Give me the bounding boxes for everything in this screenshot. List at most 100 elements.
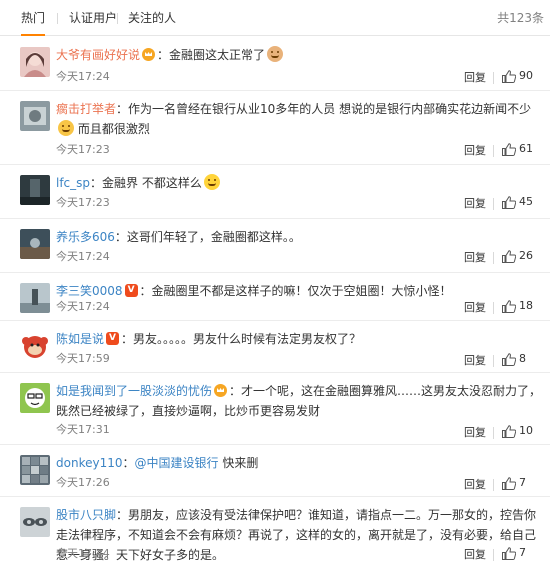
reply-button[interactable]: 回复: [464, 352, 486, 368]
like-count: 10: [519, 424, 533, 437]
like-button[interactable]: 45: [498, 193, 542, 213]
comment-filter-tabs: 热门 认证用户 关注的人 共123条: [0, 0, 550, 36]
comment-item: lfc_sp：金融界 不都这样么 今天17:23 回复 45: [0, 165, 550, 219]
comment-item: 瘸击打举者：作为一名曾经在银行从业10多年的人员 想说的是银行内部确实花边新闻不…: [0, 91, 550, 165]
like-count: 18: [519, 299, 533, 312]
thumbs-up-icon: [502, 250, 516, 263]
smile-emoji-icon: [58, 120, 74, 136]
avatar[interactable]: [20, 383, 50, 413]
reply-button[interactable]: 回复: [464, 195, 486, 211]
comment-time: 今天17:24: [56, 300, 110, 313]
comment-content: ：金融界 不都这样么: [90, 176, 202, 190]
mention-link[interactable]: @中国建设银行: [135, 456, 219, 470]
comment-text: 瘸击打举者：作为一名曾经在银行从业10多年的人员 想说的是银行内部确实花边新闻不…: [56, 99, 542, 139]
avatar[interactable]: [20, 175, 50, 205]
commenter-name[interactable]: 大爷有画好好说: [56, 48, 140, 62]
tab-hot[interactable]: 热门: [21, 0, 46, 36]
crown-badge-icon: [142, 48, 156, 61]
tab-verified-users[interactable]: 认证用户: [69, 0, 117, 36]
like-count: 90: [519, 69, 533, 82]
comment-content: ：男友。。。。。男友什么时候有法定男友权了？: [121, 332, 362, 346]
comment-time: 今天17:26: [56, 476, 110, 489]
reply-button[interactable]: 回复: [464, 476, 486, 492]
comment-time: 今天17:23: [56, 143, 110, 156]
reply-button[interactable]: 回复: [464, 546, 486, 562]
comment-actions: 回复 90: [422, 67, 542, 87]
thumbs-up-icon: [502, 477, 516, 490]
avatar[interactable]: [20, 47, 50, 77]
comment-content: ：这哥们年轻了，金融圈都这样。。: [114, 230, 301, 244]
like-button[interactable]: 61: [498, 140, 542, 160]
reply-button[interactable]: 回复: [464, 69, 486, 85]
comment-actions: 回复 8: [422, 350, 542, 370]
action-divider: [493, 302, 494, 314]
reply-button[interactable]: 回复: [464, 249, 486, 265]
comment-item: 如是我闻到了一股淡淡的忧伤 ：才一个呢，这在金融圈算雅风……这男友太没忍耐力了，既…: [0, 373, 550, 445]
commenter-name[interactable]: 李三笑0008: [56, 284, 123, 298]
commenter-name[interactable]: 陈如是说: [56, 332, 104, 346]
comment-time: 今天17:23: [56, 196, 110, 209]
thumbs-up-icon: [502, 196, 516, 209]
commenter-name[interactable]: donkey110: [56, 456, 122, 470]
verified-badge-icon: [124, 284, 138, 297]
thumbs-up-icon: [502, 300, 516, 313]
comment-item: 大爷有画好好说 ：金融圈这太正常了 今天17:24 回复 90: [0, 37, 550, 91]
comment-time: 今天17:44: [56, 547, 110, 560]
like-button[interactable]: 10: [498, 422, 542, 442]
comment-time: 今天17:24: [56, 70, 110, 83]
commenter-name[interactable]: 瘸击打举者: [56, 102, 116, 116]
verified-badge-icon: [106, 332, 120, 345]
thumbs-up-icon: [502, 353, 516, 366]
like-count: 61: [519, 142, 533, 155]
action-divider: [493, 549, 494, 561]
avatar[interactable]: [20, 455, 50, 485]
avatar[interactable]: [20, 229, 50, 259]
comment-content: 快来删: [218, 456, 259, 470]
action-divider: [493, 198, 494, 210]
like-count: 45: [519, 195, 533, 208]
avatar[interactable]: [20, 331, 50, 361]
like-button[interactable]: 7: [498, 474, 542, 494]
reply-button[interactable]: 回复: [464, 424, 486, 440]
like-count: 7: [519, 546, 526, 559]
avatar[interactable]: [20, 101, 50, 131]
like-button[interactable]: 18: [498, 297, 542, 317]
comment-item: 股市八只脚：男朋友，应该没有受法律保护吧？谁知道，请指点一二。万一那女的，控告你…: [0, 497, 550, 566]
commenter-name[interactable]: lfc_sp: [56, 176, 90, 190]
comment-text: 如是我闻到了一股淡淡的忧伤 ：才一个呢，这在金融圈算雅风……这男友太没忍耐力了，既…: [56, 381, 542, 421]
thumbs-up-icon: [502, 547, 516, 560]
cat-emoji-icon: [267, 46, 284, 62]
commenter-name[interactable]: 如是我闻到了一股淡淡的忧伤: [56, 384, 212, 398]
tab-following[interactable]: 关注的人: [128, 0, 176, 36]
comment-time: 今天17:59: [56, 352, 110, 365]
comment-actions: 回复 7: [422, 474, 542, 494]
comment-content-continued: 而且都很激烈: [74, 122, 150, 136]
comment-actions: 回复 45: [422, 193, 542, 213]
comment-content: ：金融圈这太正常了: [157, 48, 266, 62]
like-count: 26: [519, 249, 533, 262]
comment-text: donkey110：@中国建设银行 快来删: [56, 456, 259, 470]
commenter-name[interactable]: 股市八只脚: [56, 508, 116, 522]
like-button[interactable]: 26: [498, 247, 542, 267]
comment-time: 今天17:31: [56, 423, 110, 436]
like-button[interactable]: 8: [498, 350, 542, 370]
tab-divider: [117, 13, 118, 24]
commenter-name[interactable]: 养乐多606: [56, 230, 115, 244]
comment-content: ：金融圈里不都是这样子的嘛！仅次于空姐圈！大惊小怪！: [139, 284, 452, 298]
comment-content: ：作为一名曾经在银行从业10多年的人员 想说的是银行内部确实花边新闻不少: [116, 102, 532, 116]
reply-button[interactable]: 回复: [464, 299, 486, 315]
laugh-emoji-icon: [203, 174, 220, 190]
action-divider: [493, 427, 494, 439]
like-count: 7: [519, 476, 526, 489]
comment-actions: 回复 18: [422, 297, 542, 317]
like-button[interactable]: 7: [498, 544, 542, 564]
comment-total: 共123条: [497, 11, 544, 25]
like-button[interactable]: 90: [498, 67, 542, 87]
avatar[interactable]: [20, 507, 50, 537]
tab-divider: [57, 13, 58, 24]
comment-item: 陈如是说 ：男友。。。。。男友什么时候有法定男友权了？ 今天17:59 回复 8: [0, 321, 550, 373]
avatar[interactable]: [20, 283, 50, 313]
comment-text: 大爷有画好好说 ：金融圈这太正常了: [56, 45, 542, 65]
comment-actions: 回复 7: [422, 544, 542, 564]
reply-button[interactable]: 回复: [464, 142, 486, 158]
